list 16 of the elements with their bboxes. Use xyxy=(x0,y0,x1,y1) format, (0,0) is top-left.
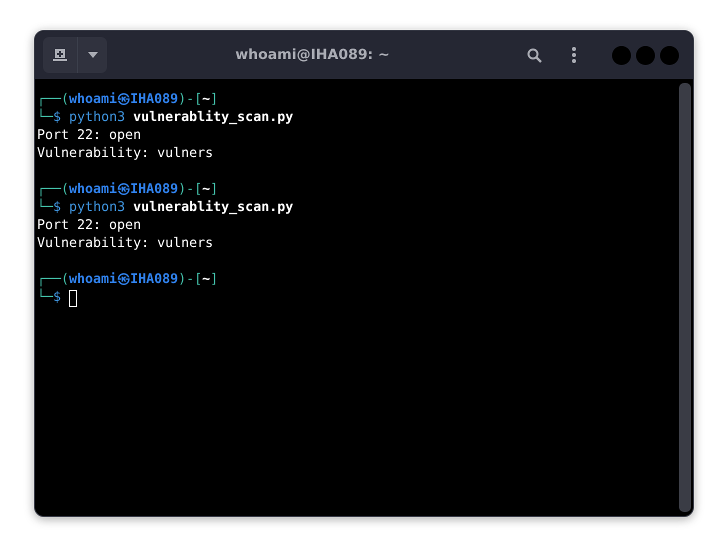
output-line: Port 22: open xyxy=(37,127,142,145)
window-title: whoami@IHA089: ~ xyxy=(234,47,391,63)
search-icon xyxy=(526,48,542,62)
prompt-line: ┌──(whoami㉿IHA089)-[~] xyxy=(37,181,220,198)
caret-icon xyxy=(88,52,98,58)
menu-icon xyxy=(572,47,576,63)
output-line: Port 22: open xyxy=(37,217,142,235)
prompt-line: ┌──(whoami㉿IHA089)-[~] xyxy=(37,271,220,288)
command-line: └─$ python3 vulnerablity_scan.py xyxy=(37,199,294,217)
scrollbar[interactable] xyxy=(679,83,691,512)
command-line: └─$ python3 vulnerablity_scan.py xyxy=(37,109,294,127)
prompt-line: ┌──(whoami㉿IHA089)-[~] xyxy=(37,91,220,108)
output-line: Vulnerability: vulners xyxy=(37,145,214,163)
output-line: Vulnerability: vulners xyxy=(37,235,214,253)
command-line: └─$ xyxy=(37,289,62,307)
new-tab-icon xyxy=(53,49,67,61)
